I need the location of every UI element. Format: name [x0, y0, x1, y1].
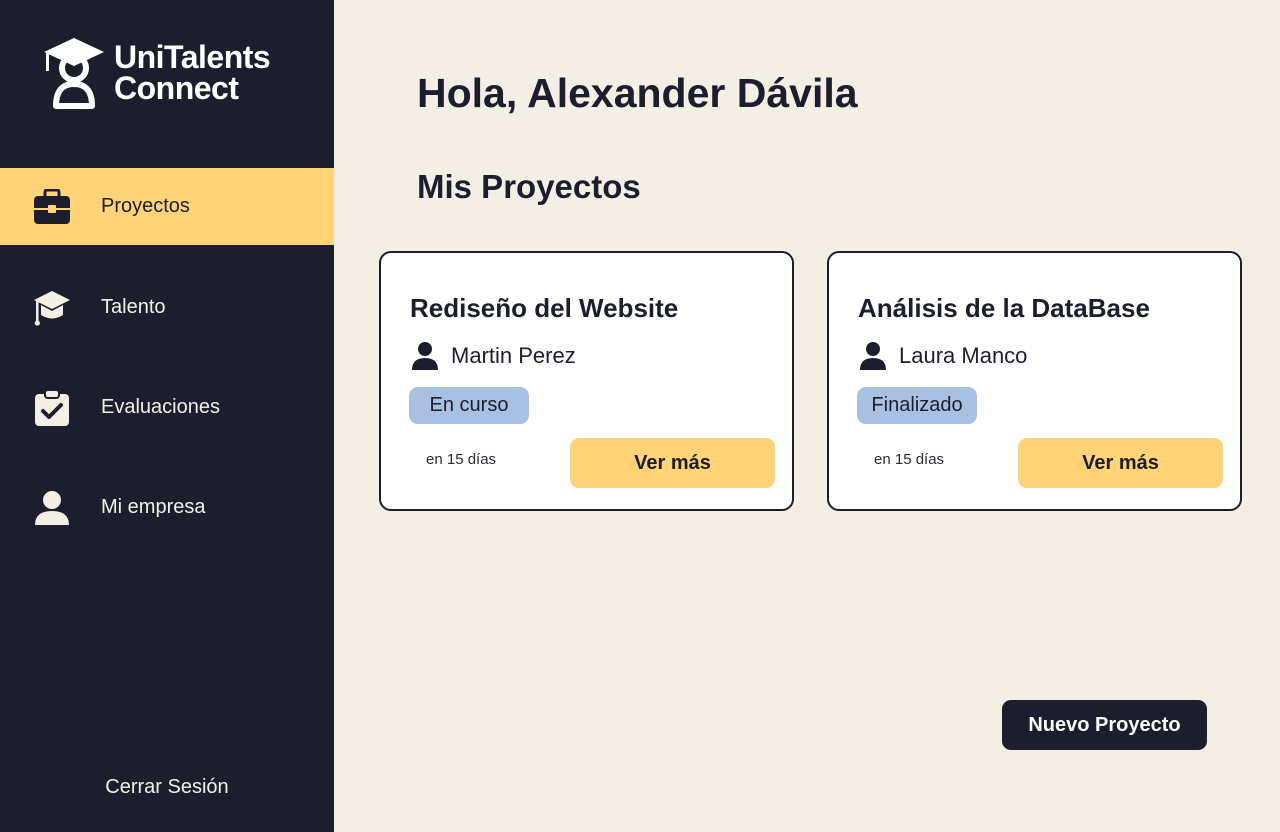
user-icon: [860, 342, 886, 370]
user-icon: [412, 342, 438, 370]
brand-line-2: Connect: [114, 70, 239, 106]
due-date: en 15 días: [874, 451, 945, 468]
project-card: Rediseño del Website Martin Perez En cur…: [379, 251, 794, 511]
new-project-button[interactable]: Nuevo Proyecto: [1002, 700, 1207, 750]
graduate-cap-person-icon: [44, 38, 104, 109]
section-title: Mis Proyectos: [417, 168, 641, 205]
ver-mas-button[interactable]: Ver más: [570, 438, 775, 488]
project-owner: Martin Perez: [410, 341, 576, 371]
briefcase-icon: [33, 188, 71, 226]
project-title: Rediseño del Website: [410, 293, 679, 323]
owner-name: Martin Perez: [451, 343, 576, 368]
sidebar-item-proyectos[interactable]: Proyectos: [0, 168, 334, 245]
sidebar-item-label: Evaluaciones: [101, 396, 220, 418]
sidebar: UniTalents Connect Proyectos Talento Eva…: [0, 0, 334, 832]
sidebar-item-evaluaciones[interactable]: Evaluaciones: [0, 369, 334, 446]
ver-mas-button[interactable]: Ver más: [1018, 438, 1223, 488]
owner-name: Laura Manco: [899, 343, 1028, 368]
sidebar-item-mi-empresa[interactable]: Mi empresa: [0, 469, 334, 546]
greeting-title: Hola, Alexander Dávila: [417, 70, 858, 116]
sidebar-item-talento[interactable]: Talento: [0, 269, 334, 346]
due-date: en 15 días: [426, 451, 497, 468]
clipboard-check-icon: [33, 388, 71, 427]
project-owner: Laura Manco: [858, 341, 1027, 371]
status-badge: En curso: [409, 387, 529, 424]
logout-link[interactable]: Cerrar Sesión: [0, 776, 334, 799]
sidebar-item-label: Talento: [101, 296, 166, 318]
project-title: Análisis de la DataBase: [858, 293, 1150, 323]
brand-logo[interactable]: UniTalents Connect: [42, 36, 271, 110]
status-badge: Finalizado: [857, 387, 977, 424]
sidebar-item-label: Proyectos: [101, 195, 190, 217]
graduation-cap-icon: [33, 289, 71, 327]
brand-name: UniTalents Connect: [114, 39, 271, 106]
project-card: Análisis de la DataBase Laura Manco Fina…: [827, 251, 1242, 511]
sidebar-item-label: Mi empresa: [101, 496, 206, 518]
brand-line-1: UniTalents: [114, 39, 271, 75]
user-icon: [33, 489, 71, 527]
